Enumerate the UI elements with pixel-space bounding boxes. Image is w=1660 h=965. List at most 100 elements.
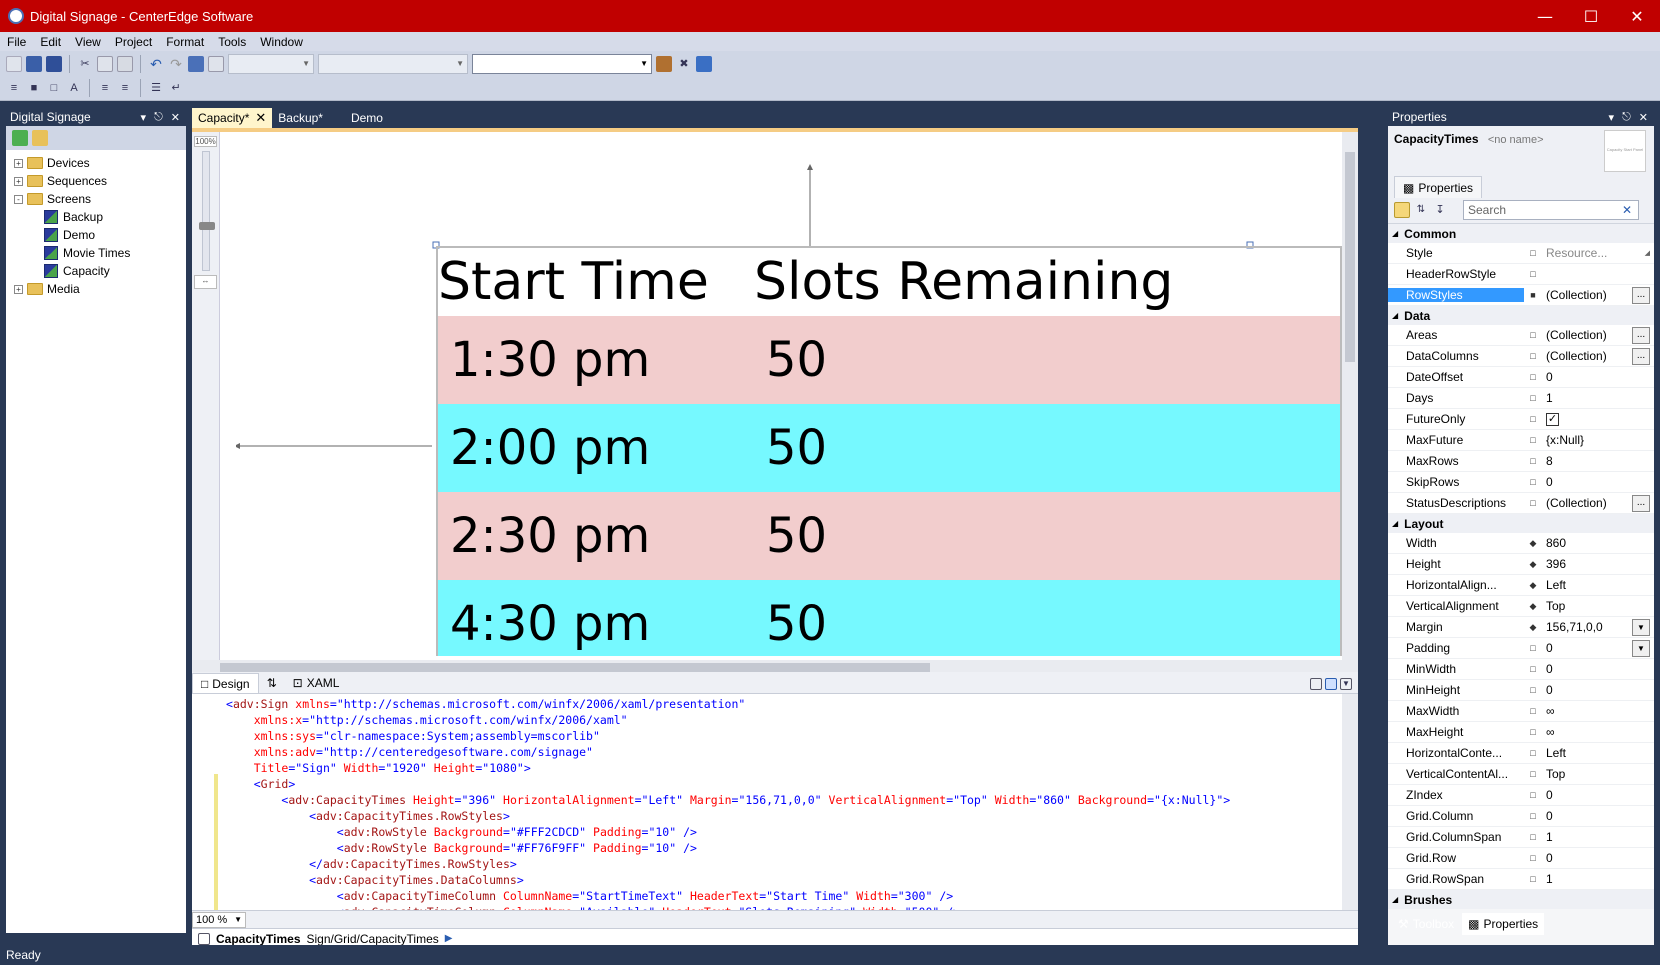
category-layout[interactable]: ◢ Layout xyxy=(1388,514,1654,533)
property-marker-icon[interactable]: ◆ xyxy=(1524,580,1542,591)
xaml-editor[interactable]: <adv:Sign xmlns="http://schemas.microsof… xyxy=(192,694,1358,910)
property-value[interactable]: 0 xyxy=(1542,662,1654,676)
property-marker-icon[interactable]: □ xyxy=(1524,456,1542,466)
pin-icon[interactable]: ⎋ xyxy=(1622,111,1631,124)
outdent-icon[interactable]: ≡ xyxy=(117,80,133,96)
font-icon[interactable]: A xyxy=(66,80,82,96)
property-marker-icon[interactable]: □ xyxy=(1524,248,1542,258)
properties-toolbox-icon[interactable] xyxy=(656,55,672,72)
menu-edit[interactable]: Edit xyxy=(33,35,68,49)
dropdown-icon[interactable]: ▾ xyxy=(141,111,147,124)
menu-window[interactable]: Window xyxy=(253,35,310,49)
xaml-vertical-scrollbar[interactable] xyxy=(1342,694,1358,910)
property-row-headerrowstyle[interactable]: HeaderRowStyle □ xyxy=(1388,264,1654,285)
sort-alpha-icon[interactable]: ⇅ xyxy=(1413,202,1429,218)
property-value[interactable]: (Collection)... xyxy=(1542,326,1654,344)
breadcrumb-path[interactable]: Sign/Grid/CapacityTimes xyxy=(307,932,439,946)
property-row-statusdescriptions[interactable]: StatusDescriptions □ (Collection)... xyxy=(1388,493,1654,514)
property-value[interactable]: 0 ▼ xyxy=(1542,639,1654,657)
tree-item-devices[interactable]: + Devices xyxy=(6,154,186,172)
tree-item-backup[interactable]: Backup xyxy=(6,208,186,226)
publish-icon[interactable] xyxy=(188,55,204,72)
expand-icon[interactable]: + xyxy=(14,158,23,168)
tab-capacity[interactable]: Capacity* ✕ xyxy=(192,108,273,128)
property-row-width[interactable]: Width ◆ 860 xyxy=(1388,533,1654,554)
horizontal-split-icon[interactable] xyxy=(1325,678,1337,690)
property-marker-icon[interactable]: ◆ xyxy=(1524,622,1542,633)
collapse-category-icon[interactable]: ◢ xyxy=(1392,895,1398,904)
window-layout-icon[interactable] xyxy=(696,55,712,72)
property-row-rowstyles[interactable]: RowStyles ■ (Collection)... xyxy=(1388,285,1654,306)
property-marker-icon[interactable]: ◆ xyxy=(1524,559,1542,570)
expand-icon[interactable]: + xyxy=(14,176,23,186)
property-row-grid-row[interactable]: Grid.Row □ 0 xyxy=(1388,848,1654,869)
property-row-maxrows[interactable]: MaxRows □ 8 xyxy=(1388,451,1654,472)
tools-icon[interactable]: ✖ xyxy=(676,56,692,72)
expand-icon[interactable]: + xyxy=(14,284,23,294)
collapse-pane-icon[interactable]: ▼ xyxy=(1340,678,1352,690)
find-combo[interactable]: ▼ xyxy=(472,53,652,74)
property-row-minwidth[interactable]: MinWidth □ 0 xyxy=(1388,659,1654,680)
property-marker-icon[interactable]: □ xyxy=(1524,393,1542,403)
property-row-futureonly[interactable]: FutureOnly □ ✓ xyxy=(1388,409,1654,430)
property-row-grid-rowspan[interactable]: Grid.RowSpan □ 1 xyxy=(1388,869,1654,890)
ellipsis-button[interactable]: ... xyxy=(1632,494,1650,512)
ellipsis-button[interactable]: ... xyxy=(1632,286,1650,304)
property-row-datacolumns[interactable]: DataColumns □ (Collection)... xyxy=(1388,346,1654,367)
tree-item-screens[interactable]: - Screens xyxy=(6,190,186,208)
collapse-icon[interactable]: - xyxy=(14,194,23,204)
property-marker-icon[interactable]: ■ xyxy=(1524,290,1542,300)
property-value[interactable]: (Collection)... xyxy=(1542,494,1654,512)
property-marker-icon[interactable]: □ xyxy=(1524,811,1542,821)
cut-icon[interactable]: ✂ xyxy=(77,56,93,72)
tab-backup[interactable]: Backup* xyxy=(272,108,329,128)
collapse-category-icon[interactable]: ◢ xyxy=(1392,519,1398,528)
undo-icon[interactable]: ↶ xyxy=(148,56,164,72)
property-value[interactable]: 0 xyxy=(1542,370,1654,384)
property-marker-icon[interactable]: □ xyxy=(1524,498,1542,508)
property-row-horizontalalign[interactable]: HorizontalAlign... ◆ Left xyxy=(1388,575,1654,596)
font-size-combo[interactable]: ▼ xyxy=(318,53,468,74)
property-value[interactable]: 396 xyxy=(1542,557,1654,571)
property-row-maxheight[interactable]: MaxHeight □ ∞ xyxy=(1388,722,1654,743)
property-search-input[interactable]: Search ✕ xyxy=(1463,199,1639,220)
property-marker-icon[interactable]: □ xyxy=(1524,790,1542,800)
tab-design[interactable]: □ Design xyxy=(192,673,259,693)
chevron-down-icon[interactable]: ▼ xyxy=(1632,639,1650,657)
zoom-slider[interactable] xyxy=(198,151,215,271)
clear-search-icon[interactable]: ✕ xyxy=(1622,203,1632,217)
property-marker-icon[interactable]: □ xyxy=(1524,748,1542,758)
send-backward-icon[interactable]: □ xyxy=(46,80,62,96)
tree-item-capacity[interactable]: Capacity xyxy=(6,262,186,280)
designer-vertical-scrollbar[interactable] xyxy=(1342,132,1358,660)
tab-demo[interactable]: Demo xyxy=(345,108,389,128)
resource-arrow-icon[interactable]: ◢ xyxy=(1645,249,1650,257)
collapse-category-icon[interactable]: ◢ xyxy=(1392,311,1398,320)
property-row-grid-column[interactable]: Grid.Column □ 0 xyxy=(1388,806,1654,827)
pin-icon[interactable]: ⎋ xyxy=(154,111,163,124)
property-value[interactable]: Top xyxy=(1542,767,1654,781)
ellipsis-button[interactable]: ... xyxy=(1632,347,1650,365)
close-icon[interactable]: ✕ xyxy=(1639,111,1648,124)
chevron-down-icon[interactable]: ▼ xyxy=(1632,618,1650,636)
chevron-right-icon[interactable]: ▶ xyxy=(445,933,453,944)
property-value[interactable]: 0 xyxy=(1542,475,1654,489)
property-marker-icon[interactable]: □ xyxy=(1524,832,1542,842)
property-marker-icon[interactable]: □ xyxy=(1524,685,1542,695)
close-icon[interactable]: ✕ xyxy=(171,111,180,124)
fit-icon[interactable]: ↔ xyxy=(194,275,217,289)
menu-project[interactable]: Project xyxy=(108,35,159,49)
new-folder-icon[interactable] xyxy=(32,130,48,146)
menu-tools[interactable]: Tools xyxy=(211,35,253,49)
property-value[interactable]: Resource... ◢ xyxy=(1542,246,1654,260)
property-value[interactable]: 8 xyxy=(1542,454,1654,468)
xaml-code[interactable]: <adv:Sign xmlns="http://schemas.microsof… xyxy=(226,696,1230,910)
property-marker-icon[interactable]: □ xyxy=(1524,727,1542,737)
property-row-verticalcontental[interactable]: VerticalContentAl... □ Top xyxy=(1388,764,1654,785)
menu-format[interactable]: Format xyxy=(159,35,211,49)
property-value[interactable]: 0 xyxy=(1542,788,1654,802)
preview-icon[interactable] xyxy=(208,55,224,72)
property-marker-icon[interactable]: ◆ xyxy=(1524,601,1542,612)
property-value[interactable]: {x:Null} xyxy=(1542,433,1654,447)
tab-xaml[interactable]: ⊡ XAML xyxy=(285,673,348,693)
